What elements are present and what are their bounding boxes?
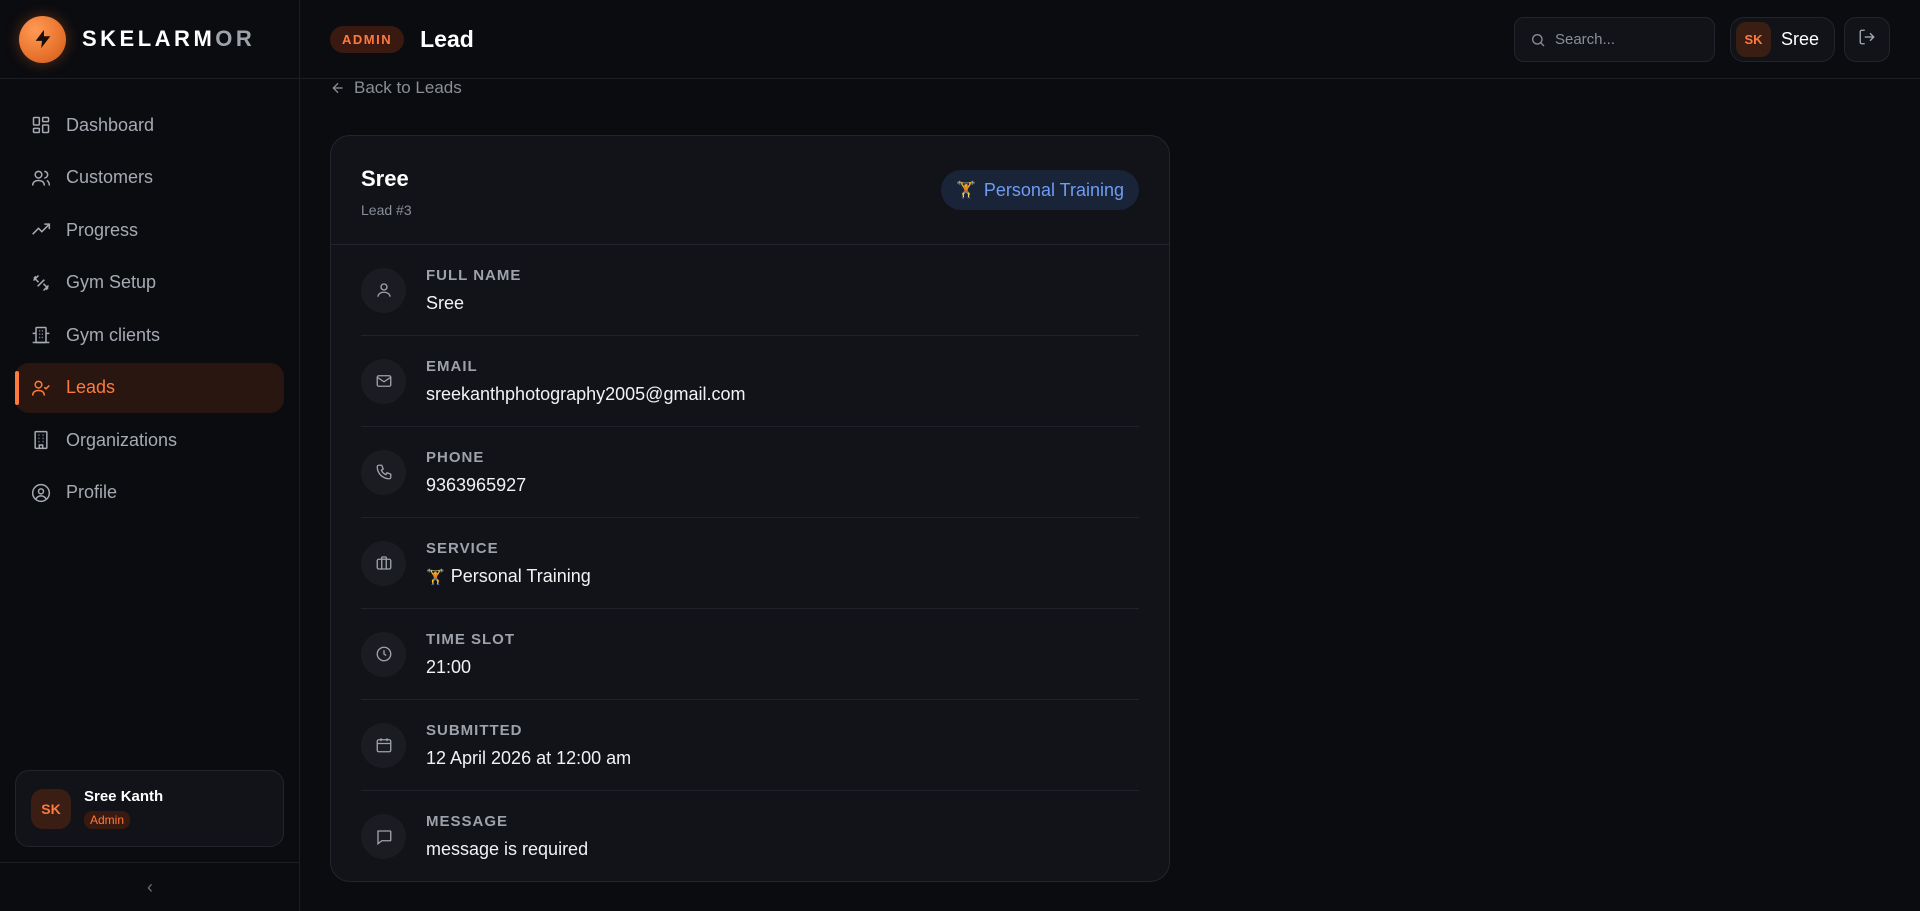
sidebar-item-organizations[interactable]: Organizations	[15, 415, 284, 465]
user-menu-button[interactable]: SK Sree	[1729, 17, 1835, 62]
message-icon	[361, 814, 406, 859]
field-value: 🏋 Personal Training	[426, 565, 591, 586]
logout-button[interactable]	[1844, 17, 1890, 62]
back-to-leads-link[interactable]: Back to Leads	[330, 78, 462, 98]
users-icon	[30, 167, 52, 189]
field-value: message is required	[426, 839, 589, 859]
field-row-email: EMAIL sreekanthphotography2005@gmail.com	[361, 336, 1139, 427]
admin-badge: ADMIN	[330, 25, 405, 53]
clock-icon	[361, 631, 406, 677]
sidebar-item-label: Customers	[66, 167, 154, 187]
sidebar-item-gym-clients[interactable]: Gym clients	[15, 310, 284, 360]
role-badge: Admin	[84, 811, 131, 829]
sidebar-item-label: Gym clients	[66, 324, 161, 345]
grid-icon	[30, 114, 52, 136]
field-label: SUBMITTED	[426, 721, 523, 739]
field-label: EMAIL	[426, 357, 478, 375]
sidebar-item-label: Progress	[66, 219, 139, 240]
user-circle-icon	[30, 482, 52, 504]
lead-id: Lead #3	[361, 202, 412, 218]
main-content: ADMIN Lead Search... SK Sree Back to Lea…	[300, 0, 1920, 911]
field-value: 21:00	[426, 656, 472, 677]
building-icon	[30, 324, 52, 346]
topbar: ADMIN Lead Search... SK Sree	[300, 0, 1920, 79]
weightlifter-icon: 🏋	[426, 568, 445, 586]
field-row-time-slot: TIME SLOT 21:00	[361, 609, 1139, 700]
sidebar: SKELARMOR Dashboard Customers Progress G…	[0, 0, 300, 911]
avatar: SK	[31, 788, 71, 829]
field-row-submitted: SUBMITTED 12 April 2026 at 12:00 am	[361, 700, 1139, 791]
field-label: FULL NAME	[426, 266, 522, 284]
field-row-full-name: FULL NAME Sree	[361, 245, 1139, 336]
sidebar-item-label: Organizations	[66, 429, 178, 450]
sidebar-item-progress[interactable]: Progress	[15, 205, 284, 255]
office-icon	[30, 429, 52, 451]
field-value: 9363965927	[426, 474, 527, 495]
dumbbell-icon	[30, 272, 52, 294]
calendar-icon	[361, 722, 406, 768]
sidebar-item-label: Gym Setup	[66, 272, 157, 292]
field-label: MESSAGE	[426, 813, 509, 830]
trending-up-icon	[30, 219, 52, 241]
sidebar-item-label: Dashboard	[66, 114, 155, 135]
logout-icon	[1858, 28, 1876, 51]
field-label: PHONE	[426, 448, 485, 466]
sidebar-item-dashboard[interactable]: Dashboard	[15, 100, 284, 150]
user-icon	[361, 267, 406, 313]
sidebar-item-customers[interactable]: Customers	[15, 153, 284, 203]
mail-icon	[361, 358, 406, 404]
user-name: Sree	[1780, 29, 1819, 49]
page-title: Lead	[420, 25, 474, 52]
field-value: sreekanthphotography2005@gmail.com	[426, 383, 746, 404]
search-placeholder: Search...	[1554, 31, 1615, 48]
sidebar-item-label: Profile	[66, 482, 118, 502]
field-label: TIME SLOT	[426, 630, 515, 648]
field-label: SERVICE	[426, 539, 499, 557]
field-value: Sree	[426, 292, 465, 313]
search-input[interactable]: Search...	[1513, 17, 1715, 62]
field-row-service: SERVICE 🏋 Personal Training	[361, 518, 1139, 609]
service-badge: 🏋 Personal Training	[940, 170, 1139, 210]
chevron-left-icon: ‹	[147, 876, 153, 897]
collapse-sidebar-button[interactable]: ‹	[0, 862, 300, 911]
sidebar-user-card[interactable]: SK Sree Kanth Admin	[15, 770, 284, 847]
lead-card-header: Sree Lead #3 🏋 Personal Training	[331, 136, 1169, 245]
brand-name: SKELARMOR	[82, 26, 256, 51]
back-link-label: Back to Leads	[354, 78, 462, 97]
search-icon	[1530, 32, 1546, 48]
lead-name: Sree	[361, 166, 409, 191]
field-value: 12 April 2026 at 12:00 am	[426, 747, 632, 768]
sidebar-item-gym-setup[interactable]: Gym Setup	[15, 258, 284, 308]
briefcase-icon	[361, 540, 406, 586]
phone-icon	[361, 449, 406, 495]
field-row-message: MESSAGE message is required	[361, 791, 1139, 881]
weightlifter-icon: 🏋	[955, 182, 976, 199]
sidebar-item-label: Leads	[66, 377, 116, 397]
user-check-icon	[30, 377, 52, 399]
service-badge-label: Personal Training	[983, 179, 1124, 200]
field-row-phone: PHONE 9363965927	[361, 427, 1139, 518]
sidebar-nav: Dashboard Customers Progress Gym Setup G…	[0, 79, 299, 518]
arrow-left-icon	[330, 80, 346, 96]
sidebar-item-leads[interactable]: Leads	[15, 362, 284, 413]
user-name: Sree Kanth	[84, 788, 164, 805]
avatar: SK	[1735, 22, 1771, 57]
brand[interactable]: SKELARMOR	[0, 0, 299, 79]
lead-detail-card: Sree Lead #3 🏋 Personal Training FULL NA…	[330, 135, 1170, 882]
lightning-bolt-icon	[19, 15, 66, 63]
sidebar-item-profile[interactable]: Profile	[15, 468, 284, 518]
lead-fields: FULL NAME Sree EMAIL sreekanthphotograph…	[331, 245, 1169, 881]
